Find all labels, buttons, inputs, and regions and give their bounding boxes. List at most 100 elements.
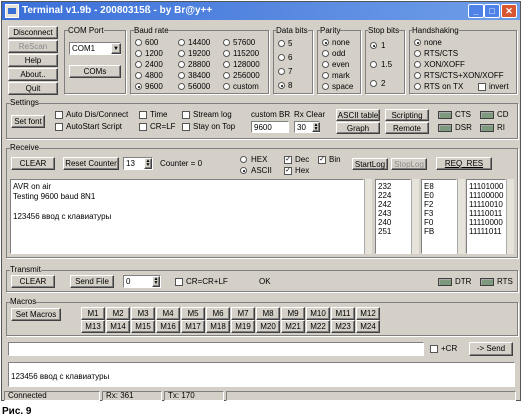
parity-radio-odd[interactable] <box>322 50 329 57</box>
hex-checkbox[interactable]: ✓ <box>284 167 292 175</box>
receive-scrollbar[interactable] <box>364 179 372 254</box>
data-bits-radio-8[interactable] <box>278 82 285 89</box>
baud-radio-38400[interactable] <box>178 72 185 79</box>
ascii-radio[interactable] <box>240 167 247 174</box>
stop-bits-radio-2[interactable] <box>370 80 377 87</box>
macro-button-m6[interactable]: M6 <box>206 307 230 320</box>
parity-radio-even[interactable] <box>322 61 329 68</box>
help-button[interactable]: Help <box>8 54 58 67</box>
graph-button[interactable]: Graph <box>336 122 380 134</box>
ascii-table-button[interactable]: ASCII table <box>336 109 380 121</box>
macro-button-m19[interactable]: M19 <box>231 320 255 333</box>
dec-scrollbar[interactable] <box>411 179 419 254</box>
quit-button[interactable]: Quit <box>8 82 58 95</box>
about-button[interactable]: About.. <box>8 68 58 81</box>
macro-button-m24[interactable]: M24 <box>356 320 380 333</box>
macro-button-m11[interactable]: M11 <box>331 307 355 320</box>
handshake-radio-xon-xoff[interactable] <box>414 61 421 68</box>
set-macros-button[interactable]: Set Macros <box>11 308 61 321</box>
send-input[interactable] <box>8 342 424 356</box>
send-button[interactable]: -> Send <box>469 342 513 356</box>
stop-bits-radio-1[interactable] <box>370 42 377 49</box>
maximize-button[interactable]: □ <box>484 4 500 18</box>
auto-disconnect-checkbox[interactable] <box>55 111 63 119</box>
handshake-radio-none[interactable] <box>414 39 421 46</box>
dec-column[interactable]: 232 224 242 243 240 251 <box>375 179 411 254</box>
time-checkbox[interactable] <box>139 111 147 119</box>
data-bits-radio-6[interactable] <box>278 54 285 61</box>
macro-button-m14[interactable]: M14 <box>106 320 130 333</box>
history-box[interactable]: 123456 ввод с клавиатуры <box>8 362 515 387</box>
macro-button-m2[interactable]: M2 <box>106 307 130 320</box>
macro-button-m3[interactable]: M3 <box>131 307 155 320</box>
macro-button-m22[interactable]: M22 <box>306 320 330 333</box>
transmit-clear-button[interactable]: CLEAR <box>11 275 55 288</box>
hex-column[interactable]: E8 E0 F2 F3 F0 FB <box>421 179 457 254</box>
macro-button-m1[interactable]: M1 <box>81 307 105 320</box>
baud-radio-115200[interactable] <box>223 50 230 57</box>
handshake-radio-rts-cts-xon[interactable] <box>414 72 421 79</box>
scripting-button[interactable]: Scripting <box>385 109 429 121</box>
parity-radio-none[interactable] <box>322 39 329 46</box>
add-cr-checkbox[interactable] <box>430 345 438 353</box>
receive-clear-button[interactable]: CLEAR <box>11 157 55 170</box>
baud-radio-14400[interactable] <box>178 39 185 46</box>
autostart-script-checkbox[interactable] <box>55 123 63 131</box>
disconnect-button[interactable]: Disconnect <box>8 26 58 39</box>
rescan-button[interactable]: ReScan <box>8 40 58 53</box>
coms-button[interactable]: COMs <box>69 65 121 78</box>
macro-button-m13[interactable]: M13 <box>81 320 105 333</box>
macro-button-m8[interactable]: M8 <box>256 307 280 320</box>
remote-button[interactable]: Remote <box>385 122 429 134</box>
chevron-down-icon[interactable]: ▼ <box>111 43 121 54</box>
baud-radio-9600[interactable] <box>135 83 142 90</box>
custom-br-input[interactable]: 9600 <box>251 121 289 133</box>
close-button[interactable]: ✕ <box>501 4 517 18</box>
baud-radio-256000[interactable] <box>223 72 230 79</box>
spin-arrows-icon[interactable]: ▲ ▼ <box>312 122 320 132</box>
set-font-button[interactable]: Set font <box>11 115 45 128</box>
bin-scrollbar[interactable] <box>506 179 514 254</box>
handshake-radio-rts-cts[interactable] <box>414 50 421 57</box>
spin-arrows-icon[interactable]: ▲ ▼ <box>144 158 152 169</box>
baud-radio-56000[interactable] <box>178 83 185 90</box>
hex-radio[interactable] <box>240 156 247 163</box>
macro-button-m18[interactable]: M18 <box>206 320 230 333</box>
macro-button-m16[interactable]: M16 <box>156 320 180 333</box>
macro-button-m21[interactable]: M21 <box>281 320 305 333</box>
hex-scrollbar[interactable] <box>457 179 465 254</box>
cr-crlf-checkbox[interactable] <box>175 278 183 286</box>
macro-button-m20[interactable]: M20 <box>256 320 280 333</box>
cr-lf-checkbox[interactable] <box>139 123 147 131</box>
invert-checkbox[interactable] <box>478 83 486 91</box>
stream-log-checkbox[interactable] <box>182 111 190 119</box>
baud-radio-128000[interactable] <box>223 61 230 68</box>
baud-radio-2400[interactable] <box>135 61 142 68</box>
baud-radio-28800[interactable] <box>178 61 185 68</box>
bin-column[interactable]: 11101000 11100000 11110010 11110011 1111… <box>466 179 506 254</box>
reset-counter-button[interactable]: Reset Counter <box>63 157 119 170</box>
parity-radio-mark[interactable] <box>322 72 329 79</box>
req-res-button[interactable]: REQ_RES <box>436 157 492 170</box>
macro-button-m10[interactable]: M10 <box>306 307 330 320</box>
spin-arrows-icon[interactable]: ▲ ▼ <box>152 276 160 287</box>
macro-button-m12[interactable]: M12 <box>356 307 380 320</box>
macro-button-m9[interactable]: M9 <box>281 307 305 320</box>
baud-radio-19200[interactable] <box>178 50 185 57</box>
macro-button-m17[interactable]: M17 <box>181 320 205 333</box>
baud-radio-57600[interactable] <box>223 39 230 46</box>
receive-text-area[interactable]: AVR on air Testing 9600 baud 8N1 123456 … <box>10 179 364 254</box>
macro-button-m23[interactable]: M23 <box>331 320 355 333</box>
baud-radio-4800[interactable] <box>135 72 142 79</box>
handshake-radio-rts-on-tx[interactable] <box>414 83 421 90</box>
dec-checkbox[interactable]: ✓ <box>284 156 292 164</box>
stop-bits-radio-1-5[interactable] <box>370 61 377 68</box>
macro-button-m4[interactable]: M4 <box>156 307 180 320</box>
baud-radio-600[interactable] <box>135 39 142 46</box>
bin-checkbox[interactable]: ✓ <box>318 156 326 164</box>
baud-radio-1200[interactable] <box>135 50 142 57</box>
baud-radio-custom[interactable] <box>223 83 230 90</box>
data-bits-radio-5[interactable] <box>278 40 285 47</box>
macro-button-m5[interactable]: M5 <box>181 307 205 320</box>
stay-on-top-checkbox[interactable] <box>182 123 190 131</box>
